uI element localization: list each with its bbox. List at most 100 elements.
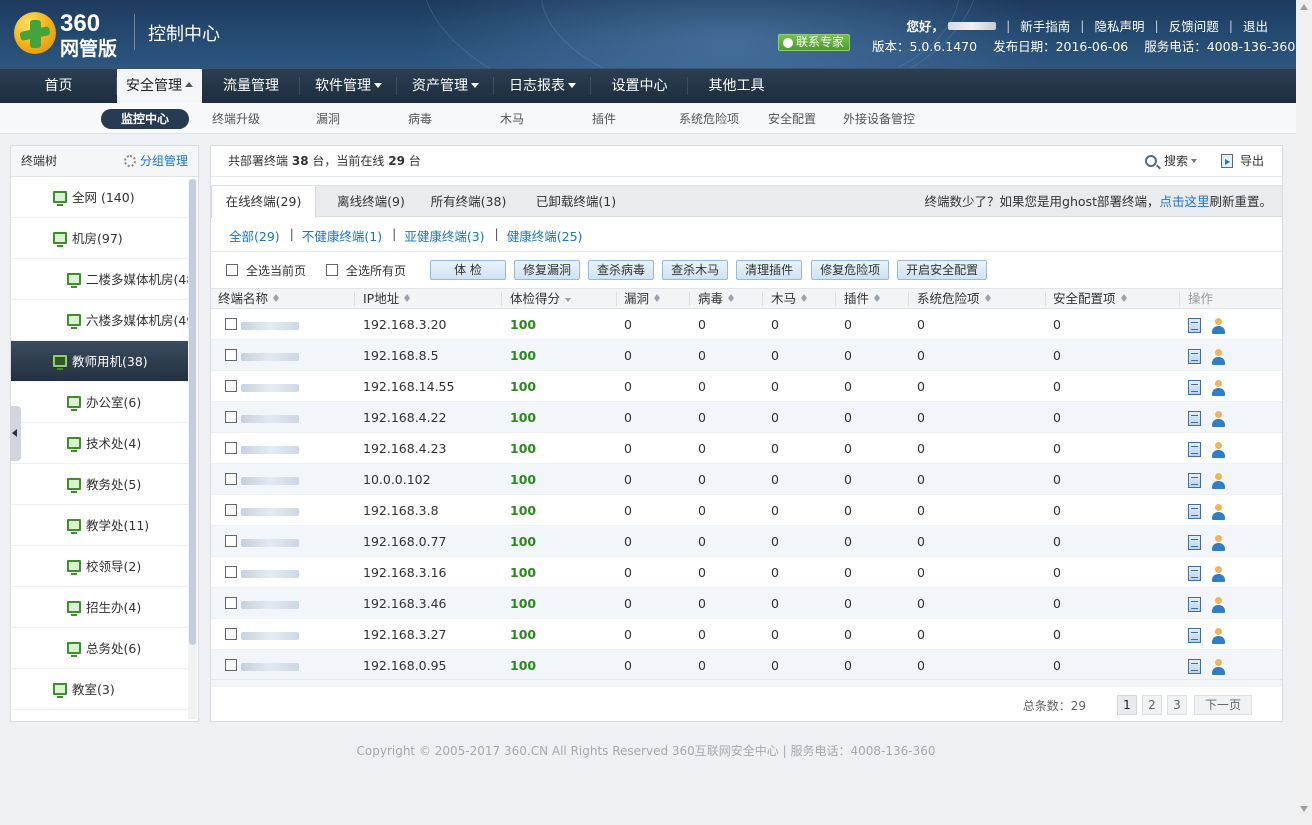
enable-config-button[interactable]: 开启安全配置 (897, 260, 988, 280)
select-all-checkbox[interactable] (326, 264, 339, 276)
report-icon[interactable] (1188, 473, 1201, 488)
row-checkbox[interactable] (225, 442, 237, 454)
filter-all[interactable]: 全部(29) (229, 226, 280, 245)
row-checkbox[interactable] (225, 349, 237, 361)
kill-virus-button[interactable]: 查杀病毒 (588, 260, 655, 280)
tree-item[interactable]: 总务处(6) (11, 628, 188, 669)
user-icon[interactable] (1211, 503, 1226, 520)
nav-assets[interactable]: 资产管理 (397, 69, 494, 103)
page-3[interactable]: 3 (1166, 695, 1187, 715)
report-icon[interactable] (1188, 659, 1201, 674)
col-ip[interactable]: IP地址 (363, 289, 411, 309)
subnav-virus[interactable]: 病毒 (392, 109, 448, 129)
row-checkbox[interactable] (225, 535, 237, 547)
report-icon[interactable] (1188, 566, 1201, 581)
filter-healthy[interactable]: 健康终端(25) (507, 226, 583, 245)
fix-vuln-button[interactable]: 修复漏洞 (514, 260, 581, 280)
tab-offline[interactable]: 离线终端(9) (316, 186, 426, 217)
tree-item[interactable]: 校领导(2) (11, 546, 188, 587)
link-beginner-guide[interactable]: 新手指南 (1020, 16, 1070, 35)
user-icon[interactable] (1211, 410, 1226, 427)
select-page-checkbox[interactable] (226, 264, 238, 276)
row-checkbox[interactable] (225, 659, 237, 671)
link-logout[interactable]: 退出 (1243, 16, 1268, 35)
page-1[interactable]: 1 (1116, 695, 1137, 715)
report-icon[interactable] (1188, 628, 1201, 643)
contact-expert-button[interactable]: 联系专家 (778, 34, 851, 51)
filter-subhealthy[interactable]: 亚健康终端(3) (404, 226, 484, 245)
nav-security[interactable]: 安全管理 (117, 69, 202, 103)
row-checkbox[interactable] (225, 566, 237, 578)
user-icon[interactable] (1211, 627, 1226, 644)
col-virus[interactable]: 病毒 (698, 289, 735, 309)
col-plugin[interactable]: 插件 (844, 289, 881, 309)
subnav-external-device[interactable]: 外接设备管控 (838, 109, 920, 129)
col-trojan[interactable]: 木马 (771, 289, 808, 309)
row-checkbox[interactable] (225, 473, 237, 485)
nav-other-tools[interactable]: 其他工具 (688, 69, 785, 103)
subnav-upgrade[interactable]: 终端升级 (200, 109, 272, 129)
nav-settings[interactable]: 设置中心 (591, 69, 688, 103)
horizontal-scrollbar[interactable] (211, 679, 1282, 687)
user-icon[interactable] (1211, 317, 1226, 334)
col-security-config[interactable]: 安全配置项 (1053, 289, 1127, 309)
nav-software[interactable]: 软件管理 (300, 69, 397, 103)
col-system-risk[interactable]: 系统危险项 (917, 289, 991, 309)
row-checkbox[interactable] (225, 504, 237, 516)
report-icon[interactable] (1188, 318, 1201, 333)
subnav-system-risk[interactable]: 系统危险项 (658, 109, 760, 129)
next-page-button[interactable]: 下一页 (1193, 695, 1252, 715)
subnav-monitor[interactable]: 监控中心 (101, 109, 189, 129)
export-button[interactable]: 导出 (1220, 146, 1264, 176)
user-icon[interactable] (1211, 565, 1226, 582)
report-icon[interactable] (1188, 535, 1201, 550)
search-button[interactable]: 搜索 (1144, 146, 1197, 176)
row-checkbox[interactable] (225, 380, 237, 392)
tree-item[interactable]: 教学处(11) (11, 505, 188, 546)
col-score[interactable]: 体检得分 (510, 289, 572, 309)
report-icon[interactable] (1188, 504, 1201, 519)
col-name[interactable]: 终端名称 (218, 289, 280, 309)
tree-scroll-thumb[interactable] (189, 179, 196, 645)
tab-uninstalled[interactable]: 已卸载终端(1) (521, 186, 631, 217)
user-icon[interactable] (1211, 658, 1226, 675)
nav-traffic[interactable]: 流量管理 (202, 69, 300, 103)
report-icon[interactable] (1188, 411, 1201, 426)
tree-item[interactable]: 全网 (140) (11, 177, 188, 218)
fix-risk-button[interactable]: 修复危险项 (811, 260, 890, 280)
tree-item[interactable]: 招生办(4) (11, 587, 188, 628)
user-icon[interactable] (1211, 441, 1226, 458)
tab-all[interactable]: 所有终端(38) (426, 186, 511, 217)
tab-online[interactable]: 在线终端(29) (211, 186, 316, 218)
row-checkbox[interactable] (225, 318, 237, 330)
group-manage-link[interactable]: 分组管理 (123, 146, 188, 176)
tree-item[interactable]: 六楼多媒体机房(49 (11, 300, 188, 341)
user-icon[interactable] (1211, 379, 1226, 396)
user-icon[interactable] (1211, 534, 1226, 551)
link-feedback[interactable]: 反馈问题 (1169, 16, 1219, 35)
subnav-plugin[interactable]: 插件 (576, 109, 632, 129)
tree-item-selected[interactable]: 教师用机(38) (11, 341, 188, 382)
page-scrollbar[interactable] (1296, 0, 1312, 825)
click-here-link[interactable]: 点击这里 (1159, 194, 1209, 209)
row-checkbox[interactable] (225, 411, 237, 423)
page-2[interactable]: 2 (1141, 695, 1162, 715)
tree-item[interactable]: 教务处(5) (11, 464, 188, 505)
row-checkbox[interactable] (225, 597, 237, 609)
checkup-button[interactable]: 体 检 (430, 260, 507, 280)
kill-trojan-button[interactable]: 查杀木马 (662, 260, 729, 280)
tree-item[interactable]: 教室(3) (11, 669, 188, 710)
subnav-security-config[interactable]: 安全配置 (756, 109, 828, 129)
filter-unhealthy[interactable]: 不健康终端(1) (302, 226, 382, 245)
user-icon[interactable] (1211, 472, 1226, 489)
tree-item[interactable]: 办公室(6) (11, 382, 188, 423)
col-vuln[interactable]: 漏洞 (624, 289, 661, 309)
subnav-trojan[interactable]: 木马 (484, 109, 540, 129)
collapse-sidebar-handle[interactable] (10, 406, 21, 461)
clean-plugin-button[interactable]: 清理插件 (736, 260, 803, 280)
subnav-vulnerability[interactable]: 漏洞 (300, 109, 356, 129)
user-icon[interactable] (1211, 596, 1226, 613)
link-privacy[interactable]: 隐私声明 (1095, 16, 1145, 35)
tree-item[interactable]: 二楼多媒体机房(48 (11, 259, 188, 300)
report-icon[interactable] (1188, 380, 1201, 395)
